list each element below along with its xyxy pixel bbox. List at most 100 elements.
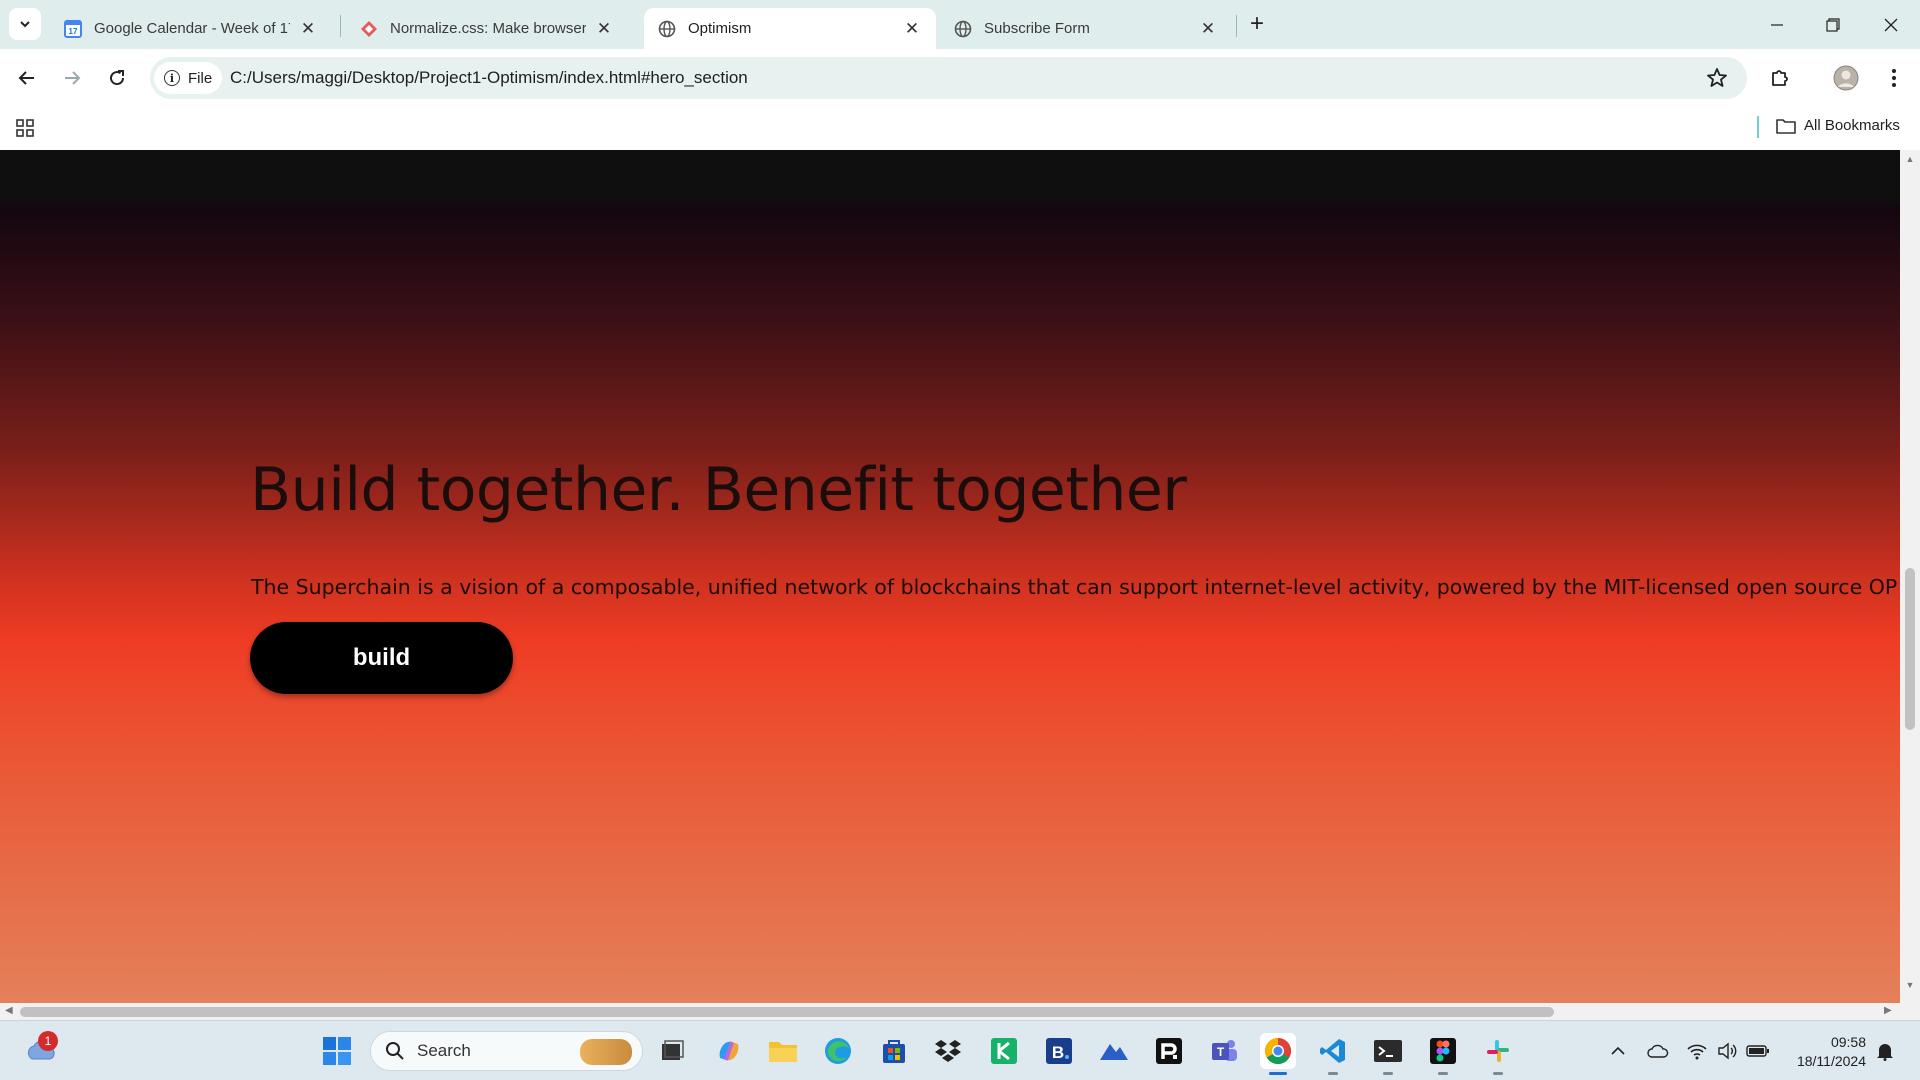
tab-optimism[interactable]: Optimism ✕ [644, 8, 936, 49]
puzzle-icon [1772, 70, 1788, 86]
tab-separator [1236, 15, 1237, 37]
all-bookmarks-button[interactable]: All Bookmarks [1776, 117, 1900, 134]
figma-icon [1430, 1038, 1456, 1064]
url-text[interactable]: C:/Users/maggi/Desktop/Project1-Optimism… [230, 68, 748, 88]
taskbar-app-vscode[interactable] [1315, 1033, 1351, 1075]
taskbar-app-booking[interactable]: B [1041, 1033, 1077, 1069]
chrome-icon [1264, 1037, 1292, 1065]
scroll-right-icon[interactable]: ▶ [1884, 1005, 1892, 1016]
taskbar-app-copilot[interactable] [711, 1033, 747, 1069]
taskbar-app-figma[interactable] [1425, 1033, 1461, 1075]
running-indicator [1383, 1072, 1393, 1075]
search-placeholder: Search [417, 1041, 471, 1060]
battery-icon[interactable] [1746, 1039, 1770, 1063]
green-app-icon [991, 1038, 1017, 1064]
clock-date: 18/11/2024 [1796, 1053, 1866, 1069]
taskbar-app-slack[interactable] [1480, 1033, 1516, 1075]
horizontal-scrollbar[interactable]: ◀ ▶ [0, 1003, 1900, 1020]
close-tab-icon[interactable]: ✕ [298, 19, 318, 39]
notification-badge: 1 [38, 1031, 58, 1051]
store-icon [883, 1040, 905, 1063]
horizontal-scroll-thumb[interactable] [20, 1007, 1554, 1017]
taskbar-app-onedrive[interactable] [1096, 1033, 1132, 1069]
close-icon [1884, 18, 1898, 32]
site-info-chip[interactable]: i File [154, 62, 223, 94]
folder-icon [1776, 118, 1796, 134]
taskbar-app-r[interactable] [1151, 1033, 1187, 1069]
start-button[interactable] [322, 1036, 352, 1066]
taskbar-app-terminal[interactable] [1370, 1033, 1406, 1075]
task-view-icon [662, 1040, 684, 1060]
menu-button[interactable] [1878, 62, 1910, 94]
taskbar-app-chrome[interactable] [1260, 1033, 1296, 1075]
svg-text:B: B [1052, 1043, 1064, 1062]
close-tab-icon[interactable]: ✕ [902, 19, 922, 39]
scroll-up-icon[interactable]: ▲ [1905, 154, 1915, 164]
taskbar-app-green[interactable] [986, 1033, 1022, 1069]
hero-title: Build together. Benefit together [250, 455, 1187, 525]
calendar-date-label: 17 [69, 27, 78, 36]
tab-normalize[interactable]: Normalize.css: Make browsers r ✕ [346, 8, 628, 49]
running-indicator [1328, 1072, 1338, 1075]
volume-icon[interactable] [1716, 1039, 1740, 1063]
avatar [1833, 65, 1859, 91]
tab-separator [340, 15, 341, 37]
scheme-label: File [188, 69, 213, 87]
wifi-icon[interactable] [1685, 1039, 1709, 1063]
running-indicator [1438, 1072, 1448, 1075]
svg-text:T: T [1217, 1045, 1225, 1059]
address-bar[interactable]: i File C:/Users/maggi/Desktop/Project1-O… [150, 57, 1747, 99]
slack-icon [1487, 1040, 1509, 1062]
taskbar-app-teams[interactable]: T [1206, 1033, 1242, 1069]
back-button[interactable] [11, 62, 43, 94]
tab-subscribe-form[interactable]: Subscribe Form ✕ [940, 8, 1232, 49]
tab-title: Google Calendar - Week of 17 N [94, 20, 290, 37]
taskbar-app-edge[interactable] [820, 1033, 856, 1069]
taskbar: 1 Search B T 09:58 18/11/2024 [0, 1020, 1920, 1080]
close-tab-icon[interactable]: ✕ [594, 19, 614, 39]
forward-button[interactable] [56, 62, 88, 94]
taskbar-app-dropbox[interactable] [930, 1033, 966, 1069]
tab-title: Normalize.css: Make browsers r [390, 20, 586, 37]
apps-grid-icon[interactable] [14, 117, 36, 139]
extensions-button[interactable] [1764, 62, 1796, 94]
taskbar-app-task-view[interactable] [654, 1033, 690, 1069]
taskbar-clock[interactable]: 09:58 18/11/2024 [1782, 1033, 1866, 1071]
build-button[interactable]: build [250, 622, 513, 694]
scroll-down-icon[interactable]: ▼ [1905, 980, 1915, 990]
minimize-button[interactable] [1762, 10, 1792, 40]
profile-button[interactable] [1830, 62, 1862, 94]
vertical-scrollbar[interactable]: ▲ ▼ [1900, 150, 1920, 1003]
tab-google-calendar[interactable]: 17 Google Calendar - Week of 17 N ✕ [50, 8, 332, 49]
taskbar-app-file-explorer[interactable] [765, 1033, 801, 1069]
onedrive-cloud-icon[interactable] [1646, 1039, 1670, 1063]
info-icon: i [164, 70, 180, 86]
active-indicator [1269, 1072, 1287, 1075]
bookmark-star-icon[interactable] [1705, 66, 1729, 90]
notification-bell-icon[interactable] [1873, 1039, 1897, 1063]
hero-section: Build together. Benefit together The Sup… [0, 150, 1920, 1003]
reload-button[interactable] [101, 62, 133, 94]
scrollbar-corner [1900, 1003, 1920, 1020]
new-tab-button[interactable]: + [1244, 12, 1270, 38]
tab-title: Optimism [688, 20, 752, 37]
tray-overflow-chevron-up-icon[interactable] [1606, 1039, 1630, 1063]
normalize-icon [360, 20, 378, 38]
taskbar-app-store[interactable] [876, 1033, 912, 1069]
restore-button[interactable] [1818, 10, 1848, 40]
browser-toolbar: i File C:/Users/maggi/Desktop/Project1-O… [0, 49, 1920, 108]
close-window-button[interactable] [1876, 10, 1906, 40]
arrow-right-icon [65, 71, 81, 85]
close-tab-icon[interactable]: ✕ [1198, 19, 1218, 39]
minimize-icon [1771, 24, 1783, 26]
page-viewport: Build together. Benefit together The Sup… [0, 150, 1920, 1020]
taskbar-search[interactable]: Search [370, 1031, 643, 1071]
dropbox-icon [935, 1040, 961, 1062]
terminal-icon [1374, 1040, 1402, 1062]
vertical-scroll-thumb[interactable] [1905, 568, 1915, 730]
restore-icon [1826, 18, 1840, 32]
more-vertical-icon [1892, 69, 1896, 87]
tab-search-button[interactable] [9, 8, 41, 40]
reload-icon [110, 70, 125, 86]
scroll-left-icon[interactable]: ◀ [5, 1005, 13, 1016]
